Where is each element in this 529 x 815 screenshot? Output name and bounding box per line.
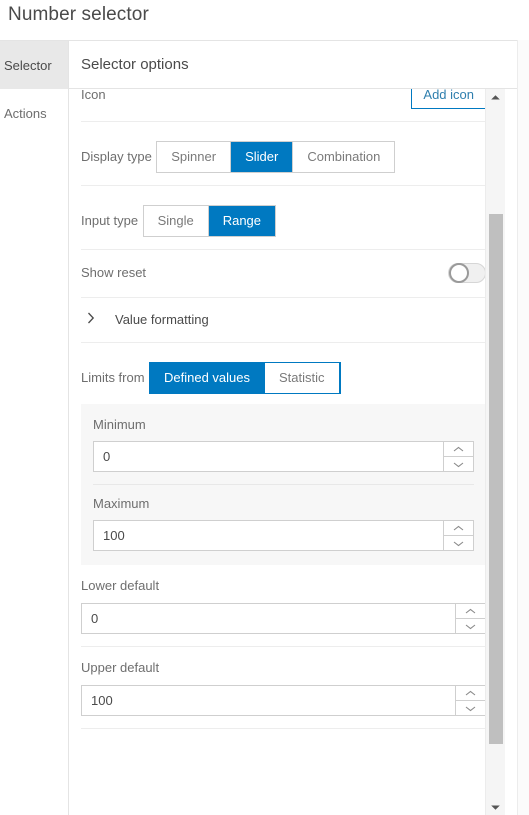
options-scroll-viewport: Icon Add icon Display type Spinner Slide… (69, 89, 498, 815)
maximum-input[interactable]: 100 (94, 521, 443, 550)
lower-default-label: Lower default (81, 578, 160, 593)
scroll-up-icon[interactable] (486, 89, 505, 106)
upper-default-input[interactable]: 100 (82, 686, 455, 715)
stepper-down-icon[interactable] (444, 536, 473, 550)
minimum-input[interactable]: 0 (94, 442, 443, 471)
minimum-field: Minimum 0 (93, 416, 474, 472)
content-header: Selector options (69, 41, 517, 89)
show-reset-label: Show reset (81, 265, 147, 280)
upper-default-spinner (455, 686, 485, 715)
upper-default-row: Upper default 100 (81, 647, 486, 729)
scrollbar-thumb[interactable] (489, 214, 503, 744)
show-reset-row: Show reset (81, 250, 486, 298)
toggle-knob (449, 263, 469, 283)
side-tab-list: Selector Actions (0, 41, 68, 815)
page-title: Number selector (8, 4, 149, 25)
upper-default-stepper[interactable]: 100 (81, 685, 486, 716)
lower-default-row: Lower default 0 (81, 565, 486, 647)
minimum-stepper[interactable]: 0 (93, 441, 474, 472)
limits-from-segmented-control: Defined values Statistic (149, 362, 341, 394)
stepper-up-icon[interactable] (456, 604, 485, 619)
limits-from-row: Limits from Defined values Statistic (81, 343, 486, 396)
settings-panel: Selector Actions Selector options Icon A… (0, 40, 529, 815)
maximum-spinner (443, 521, 473, 550)
limits-from-option-defined-values[interactable]: Defined values (150, 363, 266, 393)
icon-label: Icon (81, 89, 106, 102)
upper-default-label: Upper default (81, 660, 160, 675)
display-type-option-combination[interactable]: Combination (293, 142, 395, 172)
sidebar-item-actions[interactable]: Actions (0, 89, 68, 137)
limits-from-option-statistic[interactable]: Statistic (265, 363, 340, 393)
value-formatting-label: Value formatting (115, 312, 209, 327)
chevron-right-icon (87, 311, 105, 329)
show-reset-toggle[interactable] (448, 263, 486, 283)
options-scrollbar[interactable] (485, 89, 505, 815)
input-type-label: Input type (81, 213, 139, 228)
stepper-down-icon[interactable] (456, 619, 485, 633)
stepper-down-icon[interactable] (456, 701, 485, 715)
stepper-up-icon[interactable] (444, 442, 473, 457)
scroll-down-icon[interactable] (486, 799, 505, 815)
sidebar-item-selector[interactable]: Selector (0, 41, 68, 89)
minimum-label: Minimum (93, 417, 146, 432)
input-type-segmented-control: Single Range (142, 205, 277, 237)
input-type-row: Input type Single Range (81, 186, 486, 250)
limits-from-label: Limits from (81, 370, 145, 385)
options-list: Icon Add icon Display type Spinner Slide… (69, 89, 498, 729)
display-type-option-spinner[interactable]: Spinner (157, 142, 232, 172)
limits-values-group: Minimum 0 Maximum 100 (81, 404, 486, 565)
display-type-segmented-control: Spinner Slider Combination (156, 141, 396, 173)
stepper-up-icon[interactable] (444, 521, 473, 536)
icon-row: Icon Add icon (81, 89, 486, 122)
display-type-label: Display type (81, 149, 152, 164)
lower-default-spinner (455, 604, 485, 633)
maximum-field: Maximum 100 (93, 495, 474, 551)
display-type-row: Display type Spinner Slider Combination (81, 122, 486, 186)
lower-default-input[interactable]: 0 (82, 604, 455, 633)
sidebar-item-label: Actions (4, 105, 47, 121)
outer-edge-strip (517, 40, 529, 815)
lower-default-stepper[interactable]: 0 (81, 603, 486, 634)
value-formatting-section-header[interactable]: Value formatting (81, 298, 486, 343)
content-pane: Selector options Icon Add icon Display t… (68, 41, 517, 815)
input-type-option-range[interactable]: Range (208, 206, 276, 236)
input-type-option-single[interactable]: Single (143, 206, 209, 236)
sidebar-item-label: Selector (4, 57, 52, 73)
maximum-stepper[interactable]: 100 (93, 520, 474, 551)
stepper-up-icon[interactable] (456, 686, 485, 701)
stepper-down-icon[interactable] (444, 457, 473, 471)
maximum-label: Maximum (93, 496, 150, 511)
display-type-option-slider[interactable]: Slider (231, 142, 294, 172)
minimum-spinner (443, 442, 473, 471)
group-divider (93, 484, 474, 485)
add-icon-button[interactable]: Add icon (411, 89, 486, 109)
